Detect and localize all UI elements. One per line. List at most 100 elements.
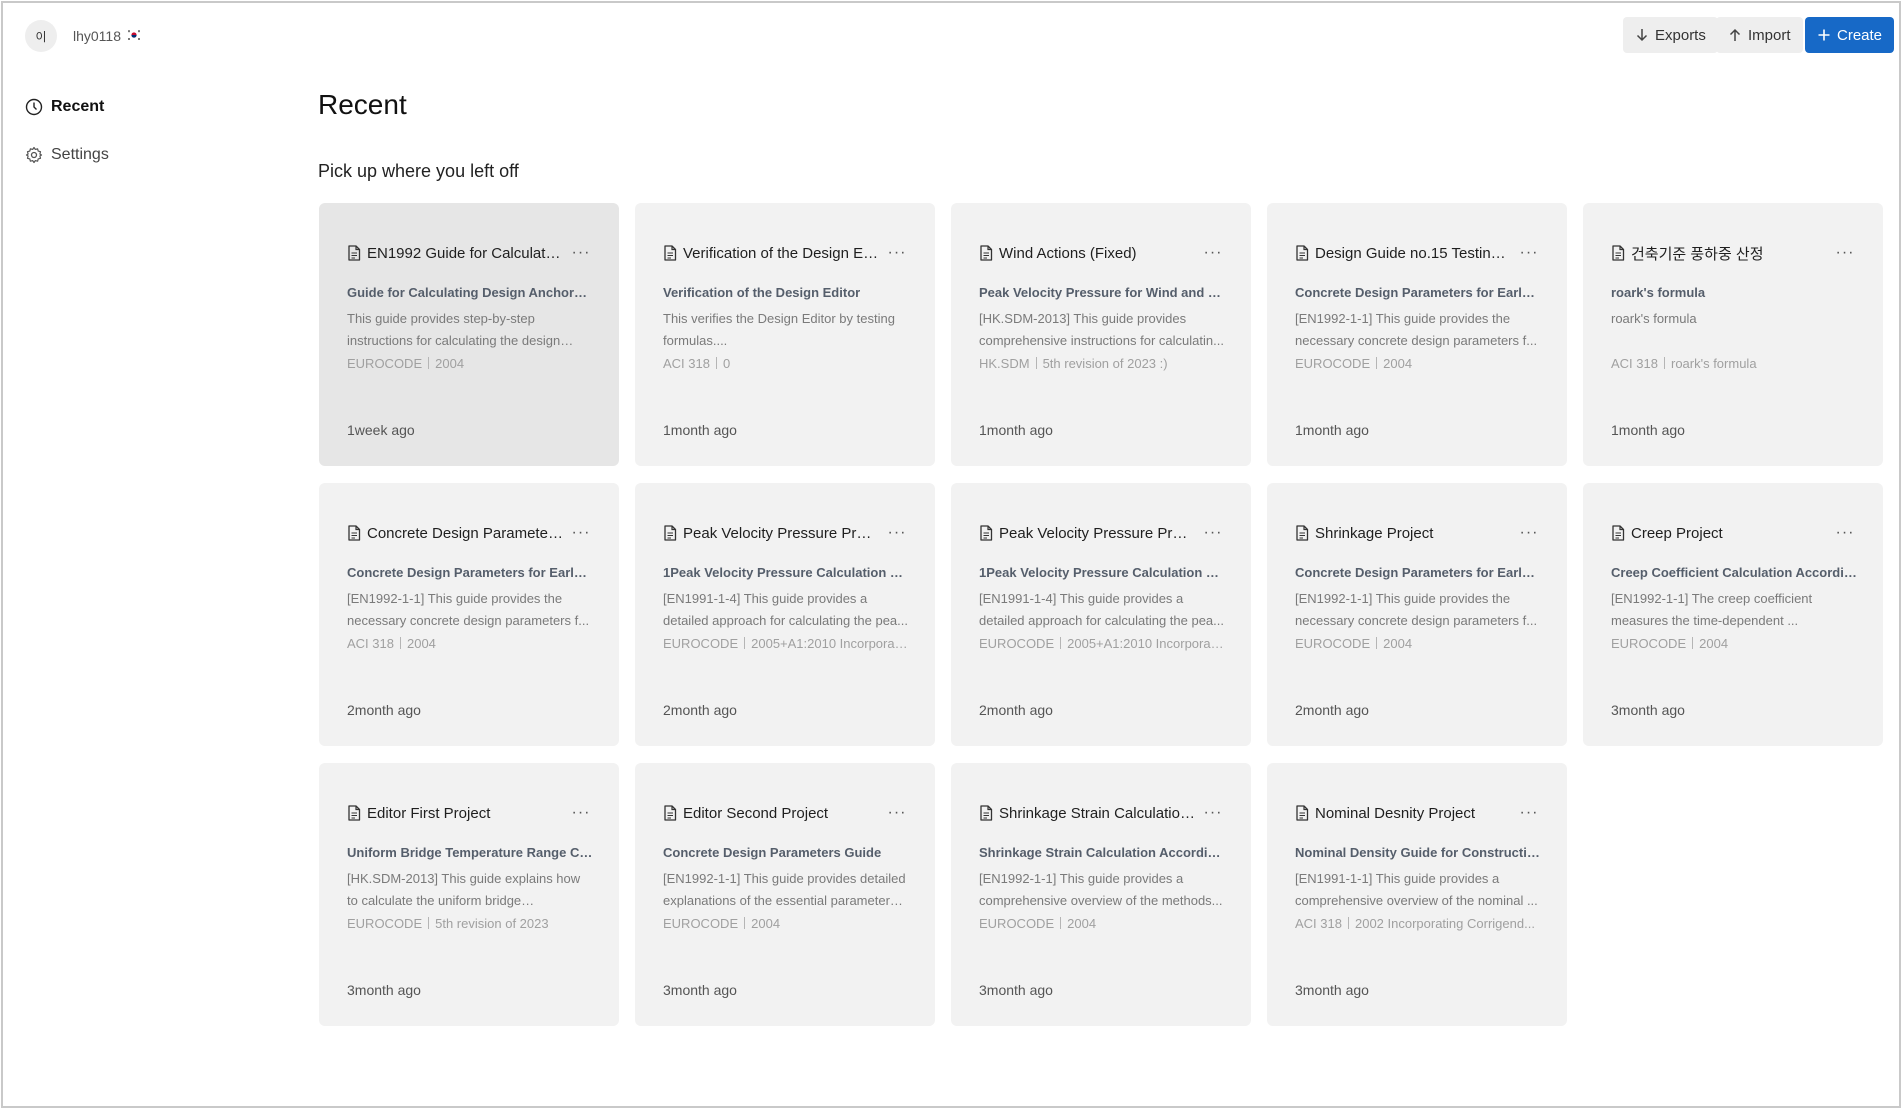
card-meta: HK.SDM 5th revision of 2023 :) — [979, 356, 1225, 371]
import-button[interactable]: Import — [1716, 17, 1803, 53]
project-card[interactable]: Concrete Design Parameters... ··· Concrete… — [319, 483, 619, 746]
card-meta: ACI 318 0 — [663, 356, 909, 371]
document-icon — [664, 525, 677, 541]
document-icon — [1296, 805, 1309, 821]
card-title: Peak Velocity Pressure Project — [999, 524, 1195, 542]
card-timestamp: 3month ago — [347, 982, 421, 998]
code-edition: 2002 Incorporating Corrigend... — [1354, 916, 1535, 931]
sidebar: Recent Settings — [25, 93, 245, 189]
card-header: Editor Second Project ··· — [663, 803, 909, 823]
project-card[interactable]: Peak Velocity Pressure Project ··· 1Peak V… — [635, 483, 935, 746]
create-label: Create — [1837, 26, 1883, 44]
document-icon — [348, 245, 361, 261]
project-card[interactable]: Peak Velocity Pressure Project ··· 1Peak V… — [951, 483, 1251, 746]
exports-label: Exports — [1655, 26, 1706, 44]
card-title: 건축기준 풍하중 산정 — [1631, 245, 1764, 263]
project-card[interactable]: Wind Actions (Fixed) ··· Peak Velocity Pre… — [951, 203, 1251, 466]
card-header: Shrinkage Project ··· — [1295, 523, 1541, 543]
exports-button[interactable]: Exports — [1623, 17, 1718, 53]
design-code: ACI 318 — [663, 356, 710, 371]
more-options-icon[interactable]: ··· — [1833, 524, 1857, 542]
card-meta: EUROCODE 2005+A1:2010 Incorporati... — [663, 636, 909, 651]
card-meta: EUROCODE 2005+A1:2010 Incorporati... — [979, 636, 1225, 651]
card-subtitle: Uniform Bridge Temperature Range Cal... — [347, 845, 593, 860]
project-card[interactable]: EN1992 Guide for Calculating Des... ··· Gu… — [319, 203, 619, 466]
card-timestamp: 1week ago — [347, 422, 415, 438]
card-timestamp: 1month ago — [1611, 422, 1685, 438]
project-card[interactable]: Editor Second Project ··· Concrete Design … — [635, 763, 935, 1026]
more-options-icon[interactable]: ··· — [1833, 244, 1857, 262]
project-card[interactable]: Shrinkage Strain Calculation ... ··· Shrin… — [951, 763, 1251, 1026]
card-header: 건축기준 풍하중 산정 ··· — [1611, 243, 1857, 263]
more-options-icon[interactable]: ··· — [569, 804, 593, 822]
more-options-icon[interactable]: ··· — [885, 524, 909, 542]
project-card[interactable]: Verification of the Design Edi... ··· Veri… — [635, 203, 935, 466]
meta-separator — [399, 637, 401, 649]
more-options-icon[interactable]: ··· — [569, 524, 593, 542]
sidebar-item-settings[interactable]: Settings — [25, 141, 245, 169]
code-edition: 2004 — [1067, 916, 1097, 931]
meta-separator — [1376, 637, 1378, 649]
sidebar-item-label: Settings — [51, 146, 109, 163]
card-title: EN1992 Guide for Calculating Des... — [367, 244, 563, 262]
card-description: This guide provides step-by-step instruc… — [347, 311, 561, 348]
code-edition: 2004 — [1383, 636, 1413, 651]
card-description: [EN1992-1-1] The creep coefficient measu… — [1611, 591, 1813, 628]
meta-separator — [428, 357, 430, 369]
project-card[interactable]: 건축기준 풍하중 산정 ··· roark's formula roark's for… — [1583, 203, 1883, 466]
card-timestamp: 2month ago — [347, 702, 421, 718]
more-options-icon[interactable]: ··· — [885, 244, 909, 262]
more-options-icon[interactable]: ··· — [1517, 244, 1541, 262]
card-timestamp: 3month ago — [663, 982, 737, 998]
card-description: [EN1991-1-4] This guide provides a detai… — [979, 591, 1225, 628]
card-description: [EN1992-1-1] This guide provides a compr… — [979, 871, 1223, 908]
card-timestamp: 1month ago — [1295, 422, 1369, 438]
card-description: [EN1991-1-4] This guide provides a detai… — [663, 591, 909, 628]
project-card[interactable]: Design Guide no.15 Testing P... ··· Concre… — [1267, 203, 1567, 466]
card-subtitle: Concrete Design Parameters for Early-... — [1295, 565, 1541, 580]
card-title: Editor First Project — [367, 804, 491, 822]
card-header: Concrete Design Parameters... ··· — [347, 523, 593, 543]
more-options-icon[interactable]: ··· — [1201, 524, 1225, 542]
design-code: EUROCODE — [979, 916, 1055, 931]
project-card[interactable]: Shrinkage Project ··· Concrete Design Para… — [1267, 483, 1567, 746]
card-subtitle: Nominal Density Guide for Constructio... — [1295, 845, 1541, 860]
design-code: ACI 318 — [1295, 916, 1342, 931]
more-options-icon[interactable]: ··· — [1517, 524, 1541, 542]
sidebar-item-recent[interactable]: Recent — [25, 93, 245, 121]
card-meta: ACI 318 2004 — [347, 636, 593, 651]
more-options-icon[interactable]: ··· — [569, 244, 593, 262]
more-options-icon[interactable]: ··· — [1201, 804, 1225, 822]
card-description: [EN1992-1-1] This guide provides the nec… — [347, 591, 590, 628]
card-subtitle: Shrinkage Strain Calculation According..… — [979, 845, 1225, 860]
document-icon — [664, 245, 677, 261]
project-card[interactable]: Creep Project ··· Creep Coefficient Calcul… — [1583, 483, 1883, 746]
card-title: Creep Project — [1631, 524, 1723, 542]
more-options-icon[interactable]: ··· — [1201, 244, 1225, 262]
card-timestamp: 1month ago — [663, 422, 737, 438]
app-window: 이 lhy0118 Exports Import Create Recent S… — [1, 1, 1901, 1108]
more-options-icon[interactable]: ··· — [1517, 804, 1541, 822]
more-options-icon[interactable]: ··· — [885, 804, 909, 822]
card-timestamp: 3month ago — [979, 982, 1053, 998]
project-card[interactable]: Editor First Project ··· Uniform Bridge Te… — [319, 763, 619, 1026]
card-header: Shrinkage Strain Calculation ... ··· — [979, 803, 1225, 823]
card-description: [EN1992-1-1] This guide provides the nec… — [1295, 311, 1538, 348]
card-header: Nominal Desnity Project ··· — [1295, 803, 1541, 823]
gear-icon — [25, 146, 43, 164]
top-bar: 이 lhy0118 Exports Import Create — [3, 3, 1899, 67]
meta-separator — [1035, 357, 1037, 369]
card-subtitle: Verification of the Design Editor — [663, 285, 861, 300]
card-header: Peak Velocity Pressure Project ··· — [663, 523, 909, 543]
meta-separator — [715, 357, 717, 369]
card-meta: EUROCODE 2004 — [1611, 636, 1857, 651]
create-button[interactable]: Create — [1805, 17, 1895, 53]
card-subtitle: 1Peak Velocity Pressure Calculation at .… — [663, 565, 909, 580]
avatar[interactable]: 이 — [25, 20, 57, 52]
document-icon — [348, 525, 361, 541]
card-meta: ACI 318 roark's formula — [1611, 356, 1857, 371]
card-title: Verification of the Design Edi... — [683, 244, 879, 262]
sidebar-item-label: Recent — [51, 98, 105, 115]
card-meta: EUROCODE 5th revision of 2023 — [347, 916, 593, 931]
project-card[interactable]: Nominal Desnity Project ··· Nominal Densit… — [1267, 763, 1567, 1026]
